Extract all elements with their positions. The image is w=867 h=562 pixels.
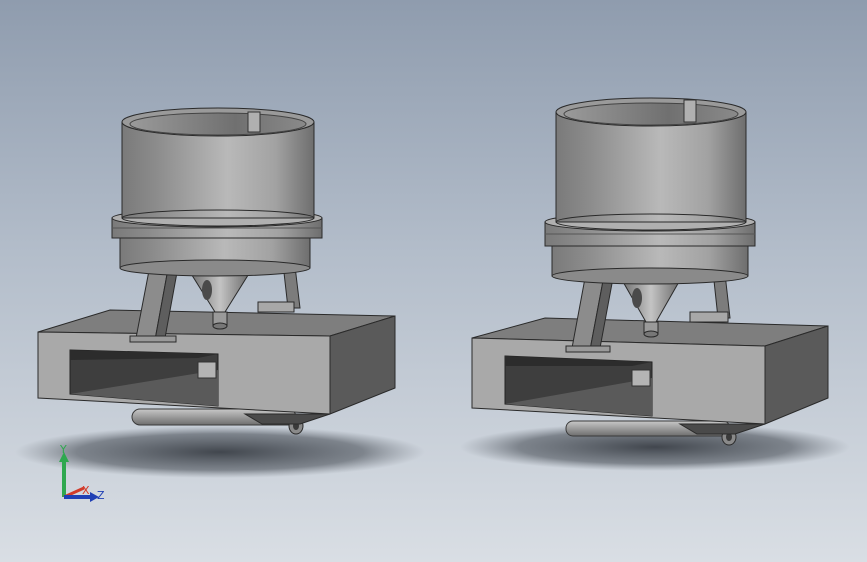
cad-graphics-viewport[interactable]: Y X Z [0,0,867,562]
triad-x-label: X [82,484,90,497]
right-hopper-cylinder[interactable] [555,97,747,231]
left-flange-ring[interactable] [111,208,323,277]
left-floor-shadow [15,426,425,478]
right-flange-ring[interactable] [544,212,756,285]
triad-z-label: Z [97,489,105,502]
left-hopper-cylinder[interactable] [121,107,315,227]
3d-model-scene[interactable]: Y X Z [0,0,867,562]
right-feeder-assembly[interactable] [460,97,850,471]
triad-y-label: Y [59,443,67,456]
left-feeder-assembly[interactable] [15,107,425,478]
